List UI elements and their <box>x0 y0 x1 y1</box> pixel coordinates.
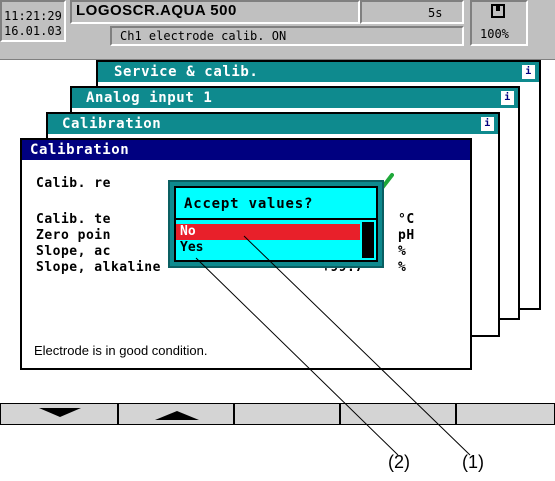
callout-2-label: (2) <box>388 452 410 472</box>
callout-lines <box>195 235 471 456</box>
callout-1-label: (1) <box>462 452 484 472</box>
callout-line-1 <box>243 235 471 456</box>
